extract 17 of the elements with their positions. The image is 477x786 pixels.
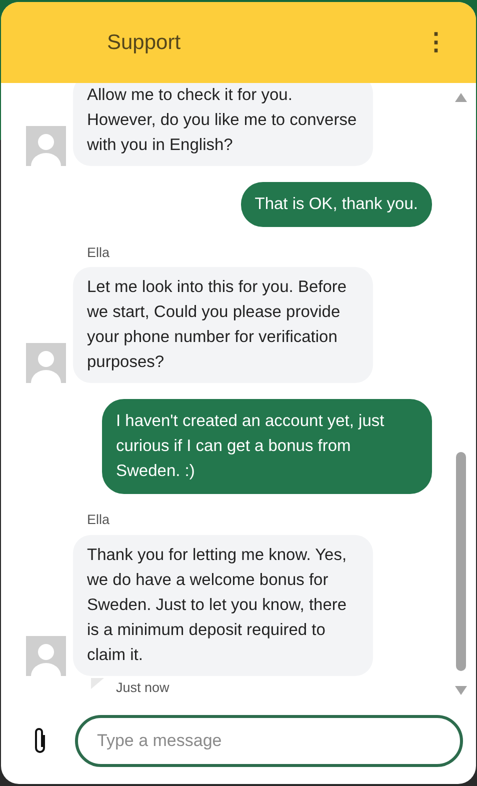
received-message: Let me look into this for you. Before we start, Could you please provide your phone number for verification purposes?	[73, 267, 373, 384]
scroll-down-icon[interactable]	[455, 686, 467, 695]
timestamp: Just now	[116, 678, 170, 696]
menu-button[interactable]: ⋮	[424, 30, 448, 54]
sender-name: Ella	[87, 511, 110, 530]
sent-message: That is OK, thank you.	[240, 182, 432, 227]
avatar-icon	[26, 126, 66, 166]
scroll-up-icon[interactable]	[455, 93, 467, 102]
avatar-icon	[26, 636, 66, 676]
scrollbar-thumb[interactable]	[456, 452, 466, 671]
message-input[interactable]: Type a message	[75, 715, 463, 767]
received-message: Allow me to check it for you. However, do you like me to converse with you in English?	[73, 83, 373, 166]
avatar-icon	[26, 343, 66, 384]
received-message: Thank you for letting me know. Yes, we do have a welcome bonus for Sweden. Just to let you know, there is a minimum deposit required to claim it.	[73, 534, 373, 676]
sender-name: Ella	[87, 244, 110, 262]
sent-message: I haven't created an account yet, just curious if I can get a bonus from Sweden. :)	[102, 399, 432, 494]
chat-title: Support	[107, 30, 181, 56]
